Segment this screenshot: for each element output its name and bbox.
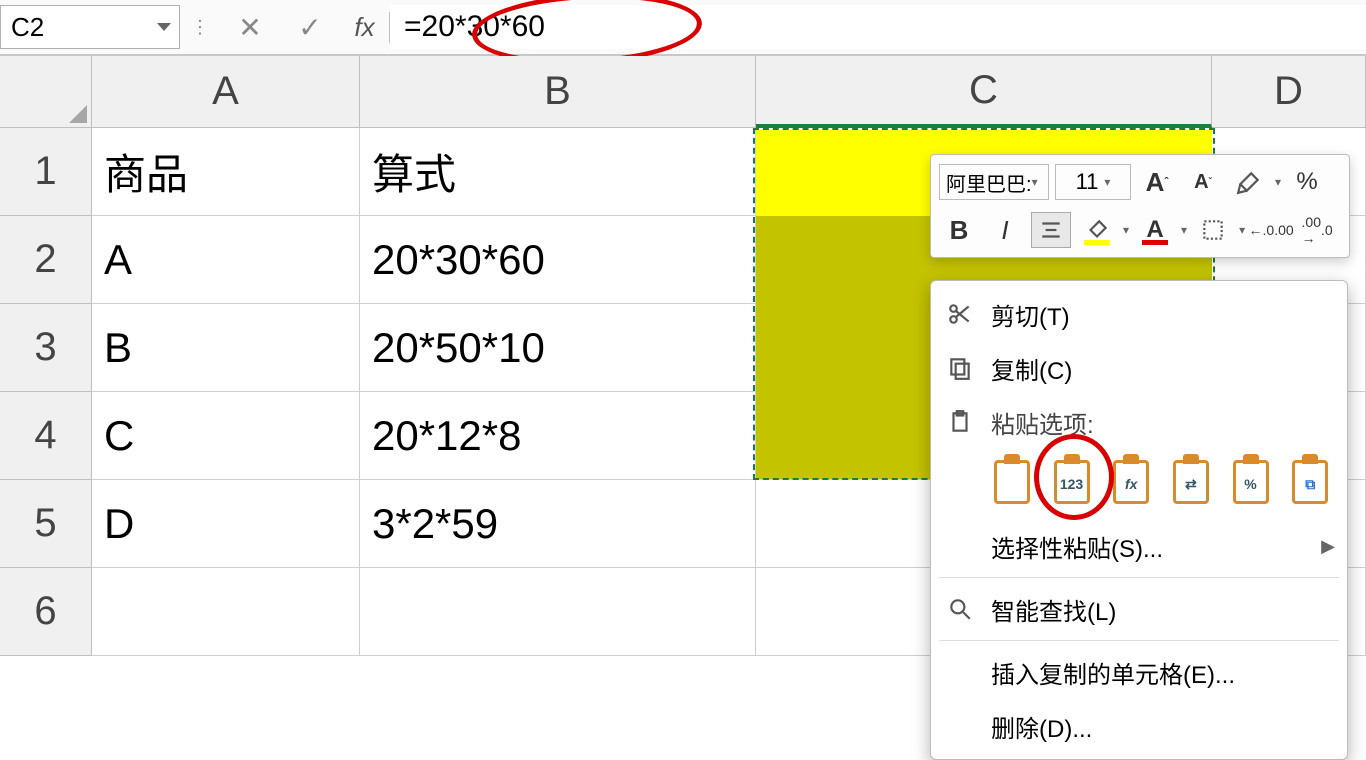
paste-formatting[interactable]: % [1226, 454, 1276, 510]
decrease-decimal-button[interactable]: .00→.0 [1297, 212, 1337, 248]
paste-values[interactable]: 123 [1047, 454, 1097, 510]
decrease-font-button[interactable]: Aˇ [1183, 164, 1223, 200]
name-box-value: C2 [11, 12, 44, 43]
italic-button[interactable]: I [985, 212, 1025, 248]
name-box-dropdown-icon[interactable] [157, 23, 171, 31]
row-header-6[interactable]: 6 [0, 568, 92, 656]
copy-icon [943, 351, 977, 385]
cancel-formula-button[interactable]: ✕ [220, 11, 280, 44]
confirm-formula-button[interactable]: ✓ [280, 11, 340, 44]
highlight-color-button[interactable] [1077, 212, 1117, 248]
row-header-5[interactable]: 5 [0, 480, 92, 568]
borders-icon [1200, 217, 1226, 243]
increase-font-button[interactable]: Aˆ [1137, 164, 1177, 200]
ctx-paste-special[interactable]: 选择性粘贴(S)... ▶ [931, 519, 1347, 573]
row-header-1[interactable]: 1 [0, 128, 92, 216]
formula-bar: C2 ⋮ ✕ ✓ fx [0, 0, 1366, 56]
name-box[interactable]: C2 [0, 5, 180, 49]
ctx-cut[interactable]: 剪切(T) [931, 287, 1347, 341]
formula-input[interactable] [390, 5, 1366, 49]
font-name-combo[interactable]: 阿里巴巴:▾ [939, 164, 1049, 200]
paste-formulas[interactable]: fx [1106, 454, 1156, 510]
row-header-4[interactable]: 4 [0, 392, 92, 480]
ctx-paste-special-label: 选择性粘贴(S)... [991, 529, 1163, 564]
cell-A3[interactable]: B [92, 304, 360, 392]
cell-A1[interactable]: 商品 [92, 128, 360, 216]
select-all-corner[interactable] [0, 56, 92, 128]
submenu-arrow-icon: ▶ [1321, 536, 1335, 557]
cell-B6[interactable] [360, 568, 756, 656]
paste-options-row: 123 fx ⇄ % ⧉ [931, 449, 1347, 519]
ctx-delete-label: 删除(D)... [991, 709, 1092, 744]
row-header-3[interactable]: 3 [0, 304, 92, 392]
cell-A5[interactable]: D [92, 480, 360, 568]
col-header-B[interactable]: B [360, 56, 756, 128]
ctx-paste-options-header: 粘贴选项: [931, 395, 1347, 449]
ctx-insert-copied-label: 插入复制的单元格(E)... [991, 655, 1235, 690]
align-center-icon [1038, 217, 1064, 243]
cell-A2[interactable]: A [92, 216, 360, 304]
col-header-D[interactable]: D [1212, 56, 1366, 128]
clipboard-icon [943, 405, 977, 439]
paste-link[interactable]: ⧉ [1285, 454, 1335, 510]
context-menu: 剪切(T) 复制(C) 粘贴选项: 123 fx ⇄ % ⧉ [930, 280, 1348, 760]
paintbrush-icon [1236, 169, 1262, 195]
cell-B4[interactable]: 20*12*8 [360, 392, 756, 480]
scissors-icon [943, 297, 977, 331]
search-icon [943, 592, 977, 626]
cell-B3[interactable]: 20*50*10 [360, 304, 756, 392]
column-header-row: A B C D [0, 56, 1366, 128]
cell-A4[interactable]: C [92, 392, 360, 480]
row-header-2[interactable]: 2 [0, 216, 92, 304]
cell-B2[interactable]: 20*30*60 [360, 216, 756, 304]
cell-B5[interactable]: 3*2*59 [360, 480, 756, 568]
ctx-smart-lookup[interactable]: 智能查找(L) [931, 582, 1347, 636]
menu-separator [939, 640, 1339, 641]
ctx-paste-options-label: 粘贴选项: [991, 405, 1094, 440]
ctx-copy[interactable]: 复制(C) [931, 341, 1347, 395]
paste-transpose[interactable]: ⇄ [1166, 454, 1216, 510]
ctx-copy-label: 复制(C) [991, 351, 1072, 386]
formula-bar-separator: ⋮ [180, 17, 220, 38]
fx-button[interactable]: fx [340, 12, 390, 43]
ctx-smart-lookup-label: 智能查找(L) [991, 592, 1116, 627]
mini-toolbar: 阿里巴巴:▾ 11▾ Aˆ Aˇ ▾ % B I ▾ A ▾ ▾ ←.0.00 … [930, 154, 1350, 258]
font-size-combo[interactable]: 11▾ [1055, 164, 1131, 200]
increase-decimal-button[interactable]: ←.0.00 [1251, 212, 1291, 248]
align-center-button[interactable] [1031, 212, 1071, 248]
percent-button[interactable]: % [1287, 164, 1327, 200]
ctx-cut-label: 剪切(T) [991, 297, 1070, 332]
cell-B1[interactable]: 算式 [360, 128, 756, 216]
font-color-button[interactable]: A [1135, 212, 1175, 248]
borders-button[interactable] [1193, 212, 1233, 248]
paste-default[interactable] [987, 454, 1037, 510]
cell-A6[interactable] [92, 568, 360, 656]
format-painter-button[interactable] [1229, 164, 1269, 200]
menu-separator [939, 577, 1339, 578]
col-header-C[interactable]: C [756, 56, 1212, 128]
col-header-A[interactable]: A [92, 56, 360, 128]
bold-button[interactable]: B [939, 212, 979, 248]
ctx-delete[interactable]: 删除(D)... [931, 699, 1347, 753]
ctx-insert-copied-cells[interactable]: 插入复制的单元格(E)... [931, 645, 1347, 699]
